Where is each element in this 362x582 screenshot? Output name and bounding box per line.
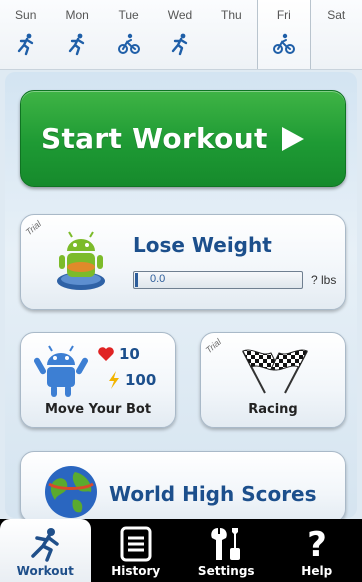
start-workout-label: Start Workout (41, 122, 268, 155)
start-workout-button[interactable]: Start Workout (20, 90, 346, 187)
lose-weight-card[interactable]: Trial Lose Weight 0.0 ? lbs (20, 214, 346, 310)
world-high-scores-label: World High Scores (109, 482, 317, 506)
workout-runner-icon (31, 528, 59, 562)
nav-settings-label: Settings (197, 564, 255, 578)
week-strip: Sun Mon Tue Wed Thu Fri Sat (0, 0, 362, 70)
nav-settings[interactable]: Settings (181, 519, 272, 582)
nav-help-label: Help (301, 564, 333, 578)
day-label: Fri (276, 8, 291, 22)
weight-progress-bar: 0.0 (133, 271, 303, 289)
day-sat[interactable]: Sat (311, 0, 362, 69)
runner-icon (17, 33, 33, 56)
world-high-scores-card[interactable]: World High Scores (20, 451, 346, 523)
move-your-bot-card[interactable]: 10 100 Move Your Bot (20, 332, 176, 428)
globe-icon (45, 466, 97, 518)
history-list-icon (120, 526, 152, 562)
runner-icon (171, 33, 188, 56)
trial-badge: Trial (203, 336, 224, 356)
lightning-icon (109, 371, 119, 389)
nav-help[interactable]: ? Help (272, 519, 362, 582)
play-arrow-icon (281, 126, 304, 151)
nav-workout-label: Workout (16, 564, 74, 578)
bottom-nav: Workout History Settings ? Help (0, 519, 362, 582)
heart-icon (98, 347, 114, 361)
progress-value: 0.0 (150, 273, 166, 285)
day-label: Mon (65, 8, 89, 22)
bicycle-icon (272, 33, 295, 54)
settings-tools-icon (211, 528, 241, 560)
day-label: Sun (15, 8, 37, 22)
hearts-stat: 10 (97, 345, 140, 363)
bicycle-icon (117, 33, 140, 54)
day-sun[interactable]: Sun (0, 0, 51, 69)
day-label: Wed (167, 8, 193, 22)
checkered-flags-icon (242, 349, 308, 394)
hearts-count: 10 (119, 345, 140, 363)
progress-fill (135, 273, 138, 287)
runner-icon (68, 33, 85, 56)
day-mon[interactable]: Mon (51, 0, 102, 69)
energy-stat: 100 (107, 371, 156, 389)
weight-unit: ? lbs (311, 273, 337, 287)
nav-workout[interactable]: Workout (0, 519, 91, 582)
racing-card[interactable]: Trial Racing (200, 332, 346, 428)
racing-label: Racing (248, 402, 298, 417)
android-bot-icon (34, 345, 88, 397)
day-thu[interactable]: Thu (206, 0, 257, 69)
lose-weight-title: Lose Weight (133, 233, 272, 257)
trial-badge: Trial (23, 218, 44, 238)
day-fri[interactable]: Fri (257, 0, 311, 69)
android-bot-icon (57, 231, 105, 290)
svg-text:?: ? (307, 526, 327, 562)
day-tue[interactable]: Tue (103, 0, 154, 69)
day-label: Tue (118, 8, 139, 22)
energy-count: 100 (125, 371, 157, 389)
day-wed[interactable]: Wed (154, 0, 205, 69)
day-label: Thu (221, 8, 242, 22)
nav-history[interactable]: History (91, 519, 182, 582)
help-question-icon: ? (307, 526, 327, 562)
nav-history-label: History (111, 564, 161, 578)
day-label: Sat (327, 8, 346, 22)
move-your-bot-label: Move Your Bot (44, 402, 152, 417)
